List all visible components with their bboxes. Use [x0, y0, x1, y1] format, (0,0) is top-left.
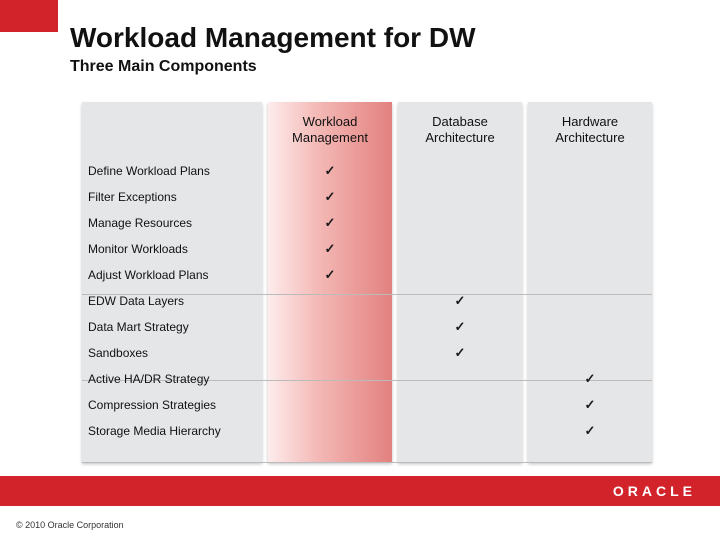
col-header-database: Database Architecture [398, 102, 522, 158]
slide-subtitle: Three Main Components [70, 58, 257, 76]
check-icon: ✓ [528, 397, 652, 413]
row-label: Monitor Workloads [82, 242, 262, 256]
row-label: EDW Data Layers [82, 294, 262, 308]
check-icon: ✓ [528, 371, 652, 387]
check-icon: ✓ [398, 293, 522, 309]
copyright: © 2010 Oracle Corporation [16, 520, 124, 530]
col-header-empty [82, 102, 262, 158]
accent-block [0, 0, 58, 32]
component-table: Workload Management Database Architectur… [82, 102, 652, 464]
row-label: Storage Media Hierarchy [82, 424, 262, 438]
col-header-workload: Workload Management [268, 102, 392, 158]
check-icon: ✓ [268, 241, 392, 257]
row-label: Filter Exceptions [82, 190, 262, 204]
footer-bar: ORACLE [0, 476, 720, 506]
check-icon: ✓ [398, 345, 522, 361]
check-icon: ✓ [528, 423, 652, 439]
row-label: Manage Resources [82, 216, 262, 230]
check-icon: ✓ [268, 215, 392, 231]
row-label: Define Workload Plans [82, 164, 262, 178]
row-label: Data Mart Strategy [82, 320, 262, 334]
oracle-logo: ORACLE [613, 483, 696, 499]
slide-title: Workload Management for DW [70, 22, 476, 54]
check-icon: ✓ [268, 163, 392, 179]
row-label: Adjust Workload Plans [82, 268, 262, 282]
row-label: Compression Strategies [82, 398, 262, 412]
divider [82, 462, 652, 463]
col-header-hardware: Hardware Architecture [528, 102, 652, 158]
row-label: Active HA/DR Strategy [82, 372, 262, 386]
check-icon: ✓ [268, 267, 392, 283]
row-label: Sandboxes [82, 346, 262, 360]
check-icon: ✓ [268, 189, 392, 205]
check-icon: ✓ [398, 319, 522, 335]
